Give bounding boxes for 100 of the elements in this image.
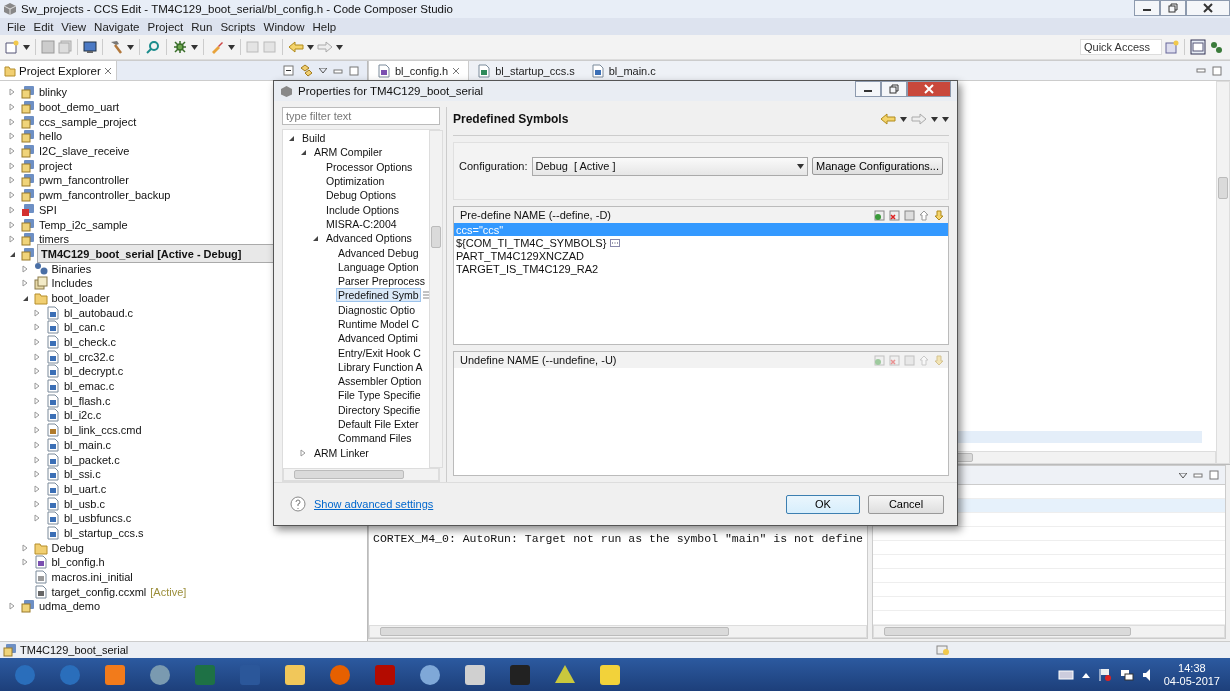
symbol-item[interactable]: ${COM_TI_TM4C_SYMBOLS}	[454, 236, 948, 249]
collapsed-arrow-icon[interactable]	[20, 543, 29, 552]
tree-item[interactable]: Entry/Exit Hook C	[336, 345, 423, 360]
collapsed-arrow-icon[interactable]	[8, 88, 16, 97]
restore-button[interactable]	[881, 81, 907, 97]
tree-item[interactable]: Default File Exter	[336, 417, 421, 432]
tree-item[interactable]: ARM Compiler	[312, 145, 385, 160]
perspective-icon[interactable]	[1190, 39, 1206, 55]
tree-item[interactable]: ccs_sample_project	[37, 115, 139, 128]
maximize-icon[interactable]	[349, 65, 359, 76]
tree-item[interactable]: MISRA-C:2004	[324, 216, 399, 231]
quick-access-field[interactable]: Quick Access	[1080, 39, 1162, 55]
tree-item[interactable]: pwm_fancontroller_backup	[37, 189, 173, 202]
menu-item[interactable]: View	[57, 20, 91, 33]
tree-item[interactable]: bl_link_ccs.cmd	[62, 424, 144, 437]
clock-date[interactable]: 04-05-2017	[1163, 674, 1220, 688]
tree-item[interactable]: SPI	[37, 203, 59, 216]
collapsed-arrow-icon[interactable]	[33, 382, 41, 391]
collapsed-arrow-icon[interactable]	[8, 235, 16, 244]
collapsed-arrow-icon[interactable]	[33, 455, 41, 464]
tree-item[interactable]: Directory Specifie	[336, 402, 423, 417]
tree-item[interactable]: Debug Options	[324, 188, 399, 203]
close-icon[interactable]	[103, 66, 112, 75]
tree-item[interactable]: I2C_slave_receive	[37, 145, 132, 158]
minimize-button[interactable]	[1134, 0, 1160, 16]
editor-tab[interactable]: bl_config.h	[368, 61, 470, 80]
tree-item[interactable]: Binaries	[49, 262, 94, 275]
tree-item[interactable]: bl_usb.c	[62, 497, 107, 510]
tree-item[interactable]: File Type Specifie	[336, 388, 423, 403]
tree-item[interactable]: bl_packet.c	[62, 453, 122, 466]
collapsed-arrow-icon[interactable]	[8, 220, 16, 229]
delete-icon[interactable]	[889, 209, 900, 221]
tree-item[interactable]: udma_demo	[37, 600, 103, 613]
filter-field[interactable]: type filter text	[282, 107, 440, 125]
collapsed-arrow-icon[interactable]	[33, 308, 41, 317]
caret-icon[interactable]	[23, 44, 30, 50]
tree-item[interactable]: timers	[37, 233, 71, 246]
tree-item[interactable]: bl_decrypt.c	[62, 365, 126, 378]
tree-item[interactable]: bl_uart.c	[62, 482, 109, 495]
menu-item[interactable]: Run	[187, 20, 217, 33]
search-icon[interactable]	[145, 39, 161, 55]
editor-tab[interactable]: bl_startup_ccs.s	[469, 61, 583, 80]
caret-icon[interactable]	[307, 44, 314, 50]
tree-item[interactable]: Optimization	[324, 174, 387, 189]
start-button[interactable]	[13, 662, 37, 687]
collapsed-arrow-icon[interactable]	[33, 396, 41, 405]
tree-item[interactable]: Command Files	[336, 431, 414, 446]
move-up-icon[interactable]	[919, 209, 930, 221]
move-down-icon[interactable]	[934, 209, 945, 221]
tree-item[interactable]: Temp_i2c_sample	[37, 218, 130, 231]
caret-icon[interactable]	[336, 44, 343, 50]
collapsed-arrow-icon[interactable]	[33, 470, 41, 479]
menu-item[interactable]: Scripts	[216, 20, 260, 33]
scrollbar[interactable]	[283, 468, 439, 481]
tree-item[interactable]: Runtime Model C	[336, 317, 422, 331]
collapsed-arrow-icon[interactable]	[33, 440, 41, 449]
show-hidden-icons-icon[interactable]	[1081, 671, 1090, 678]
clock-time[interactable]: 14:38	[1178, 661, 1206, 675]
flag-icon[interactable]	[1097, 667, 1112, 682]
menu-item[interactable]: Edit	[29, 20, 58, 33]
menu-item[interactable]: Navigate	[90, 20, 144, 33]
collapsed-arrow-icon[interactable]	[33, 323, 41, 332]
tree-item[interactable]: boot_loader	[49, 291, 112, 304]
expanded-arrow-icon[interactable]	[299, 148, 307, 157]
minimize-icon[interactable]	[1193, 471, 1203, 479]
scrollbar[interactable]	[428, 130, 443, 468]
tree-item[interactable]: pwm_fancontroller	[37, 174, 131, 187]
add-icon[interactable]	[874, 209, 885, 221]
debug-perspective-icon[interactable]	[1209, 40, 1223, 54]
menu-item[interactable]: File	[3, 20, 30, 33]
expanded-arrow-icon[interactable]	[287, 134, 295, 143]
close-button[interactable]	[1186, 0, 1230, 16]
tree-item[interactable]: Include Options	[324, 202, 401, 217]
menu-item[interactable]: Help	[308, 20, 341, 33]
scrollbar[interactable]	[369, 625, 867, 638]
collapsed-arrow-icon[interactable]	[33, 426, 41, 435]
tree-item[interactable]: blinky	[37, 86, 70, 99]
monitor-icon[interactable]	[83, 40, 97, 54]
menu-item[interactable]: Project	[143, 20, 188, 33]
maximize-icon[interactable]	[1209, 470, 1219, 480]
collapsed-arrow-icon[interactable]	[33, 514, 41, 523]
caret-icon[interactable]	[127, 44, 134, 50]
collapsed-arrow-icon[interactable]	[33, 411, 41, 420]
collapsed-arrow-icon[interactable]	[8, 176, 16, 185]
advanced-settings-link[interactable]: Show advanced settings	[314, 498, 434, 510]
keyboard-icon[interactable]	[1057, 668, 1074, 681]
tree-item[interactable]: bl_i2c.c	[62, 409, 104, 422]
tree-item[interactable]: bl_usbfuncs.c	[62, 512, 134, 525]
symbol-item[interactable]: TARGET_IS_TM4C129_RA2	[454, 262, 948, 275]
details-icon[interactable]	[610, 238, 621, 247]
network-icon[interactable]	[1119, 667, 1134, 682]
collapsed-arrow-icon[interactable]	[33, 352, 41, 361]
scrollbar[interactable]	[873, 625, 1225, 638]
toolbar-icon[interactable]	[263, 40, 277, 54]
collapsed-arrow-icon[interactable]	[8, 132, 16, 141]
collapsed-arrow-icon[interactable]	[33, 499, 41, 508]
close-icon[interactable]	[452, 66, 461, 75]
open-perspective-icon[interactable]	[1165, 40, 1179, 54]
minimize-button[interactable]	[855, 81, 881, 97]
cancel-button[interactable]: Cancel	[868, 494, 944, 514]
